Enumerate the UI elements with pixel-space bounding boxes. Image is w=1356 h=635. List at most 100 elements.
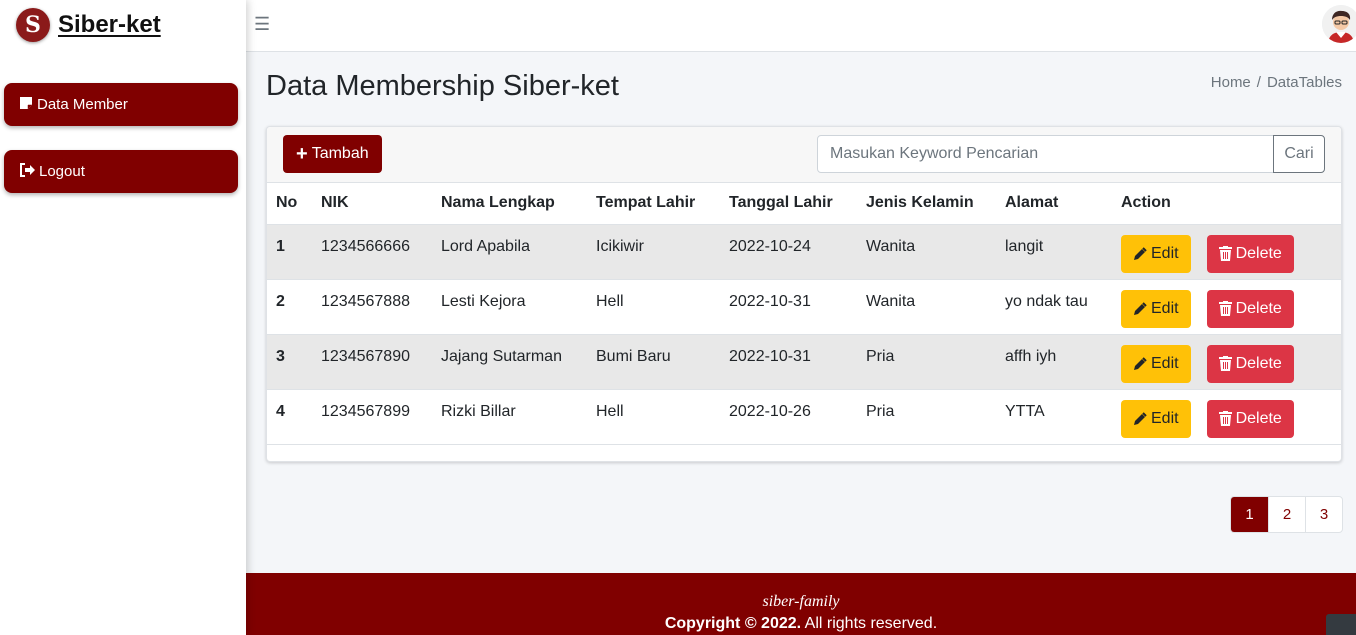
footer-brand: siber-family — [762, 593, 840, 610]
cell-no: 2 — [267, 279, 312, 335]
cell-tanggal-lahir: 2022-10-24 — [720, 224, 857, 280]
cell-no: 3 — [267, 334, 312, 390]
page-link-1[interactable]: 1 — [1231, 497, 1268, 532]
column-header-tempat-lahir: Tempat Lahir — [587, 183, 720, 225]
copyright-bold: Copyright © 2022. — [664, 615, 802, 632]
trash-icon — [1218, 246, 1232, 261]
page-title: Data Membership Siber-ket — [266, 70, 619, 102]
sidebar: S Siber-ket Data Member Logout — [0, 0, 246, 635]
delete-button[interactable]: Delete — [1206, 344, 1294, 383]
add-button-label: Tambah — [311, 145, 369, 162]
hamburger-menu-icon[interactable]: ☰ — [254, 14, 270, 35]
cell-nik: 1234567888 — [312, 279, 432, 335]
topbar: ☰ — [246, 0, 1356, 52]
breadcrumb-current: DataTables — [1266, 74, 1342, 91]
cell-action: Edit Delete — [1112, 224, 1341, 280]
edit-button-label: Edit — [1151, 300, 1179, 317]
trash-icon — [1218, 356, 1232, 371]
cell-nama: Jajang Sutarman — [432, 334, 587, 390]
edit-button[interactable]: Edit — [1121, 345, 1191, 383]
cell-jenis-kelamin: Wanita — [857, 279, 996, 335]
column-header-alamat: Alamat — [996, 183, 1112, 225]
sidebar-item-label: Data Member — [37, 96, 128, 113]
delete-button-label: Delete — [1235, 409, 1282, 427]
plus-icon: + — [296, 143, 308, 165]
table-row: 2 1234567888 Lesti Kejora Hell 2022-10-3… — [267, 279, 1341, 335]
column-header-no: No — [267, 183, 312, 225]
cell-alamat: YTTA — [996, 389, 1112, 445]
cell-alamat: langit — [996, 224, 1112, 280]
edit-button[interactable]: Edit — [1121, 400, 1191, 438]
footer-copyright: Copyright © 2022. All rights reserved. — [246, 615, 1356, 633]
breadcrumb-separator: / — [1256, 74, 1261, 91]
delete-button-label: Delete — [1235, 354, 1282, 372]
breadcrumb: Home / DataTables — [1211, 74, 1342, 91]
edit-button-label: Edit — [1151, 245, 1179, 262]
search-button[interactable]: Cari — [1273, 135, 1325, 173]
table-row: 4 1234567899 Rizki Billar Hell 2022-10-2… — [267, 389, 1341, 445]
cell-tempat-lahir: Bumi Baru — [587, 334, 720, 390]
pencil-icon — [1134, 247, 1147, 260]
sidebar-item-logout[interactable]: Logout — [4, 150, 238, 193]
edit-button-label: Edit — [1151, 355, 1179, 372]
column-header-nama: Nama Lengkap — [432, 183, 587, 225]
pagination: 1 2 3 — [1230, 496, 1343, 533]
cell-tempat-lahir: Icikiwir — [587, 224, 720, 280]
cell-jenis-kelamin: Wanita — [857, 224, 996, 280]
pencil-icon — [1134, 412, 1147, 425]
pencil-icon — [1134, 302, 1147, 315]
card-toolbar: + Tambah Cari — [267, 127, 1341, 183]
brand-name[interactable]: Siber-ket — [58, 11, 161, 39]
brand-logo: S — [16, 8, 50, 42]
delete-button[interactable]: Delete — [1206, 234, 1294, 273]
cell-jenis-kelamin: Pria — [857, 389, 996, 445]
cell-action: Edit Delete — [1112, 279, 1341, 335]
delete-button[interactable]: Delete — [1206, 289, 1294, 328]
pencil-icon — [1134, 357, 1147, 370]
note-icon — [19, 96, 33, 113]
cell-alamat: yo ndak tau — [996, 279, 1112, 335]
copyright-rest: All rights reserved. — [801, 615, 938, 632]
column-header-action: Action — [1112, 183, 1341, 225]
add-button[interactable]: + Tambah — [283, 135, 382, 173]
brand[interactable]: S Siber-ket — [0, 0, 246, 50]
scroll-to-top-button[interactable] — [1326, 614, 1356, 635]
cell-nik: 1234567899 — [312, 389, 432, 445]
cell-tanggal-lahir: 2022-10-31 — [720, 279, 857, 335]
table-row: 1 1234566666 Lord Apabila Icikiwir 2022-… — [267, 224, 1341, 280]
delete-button[interactable]: Delete — [1206, 399, 1294, 438]
column-header-tanggal-lahir: Tanggal Lahir — [720, 183, 857, 225]
cell-nik: 1234566666 — [312, 224, 432, 280]
data-card: + Tambah Cari No NIK Nama Lengkap Tempat… — [266, 126, 1342, 462]
sidebar-item-data-member[interactable]: Data Member — [4, 83, 238, 126]
column-header-nik: NIK — [312, 183, 432, 225]
trash-icon — [1218, 411, 1232, 426]
page-link-2[interactable]: 2 — [1268, 497, 1305, 532]
page-link-3[interactable]: 3 — [1305, 497, 1342, 532]
trash-icon — [1218, 301, 1232, 316]
cell-alamat: affh iyh — [996, 334, 1112, 390]
logout-icon — [19, 163, 35, 180]
cell-jenis-kelamin: Pria — [857, 334, 996, 390]
delete-button-label: Delete — [1235, 244, 1282, 262]
cell-nama: Rizki Billar — [432, 389, 587, 445]
delete-button-label: Delete — [1235, 299, 1282, 317]
member-table: No NIK Nama Lengkap Tempat Lahir Tanggal… — [267, 183, 1341, 445]
edit-button[interactable]: Edit — [1121, 290, 1191, 328]
cell-tempat-lahir: Hell — [587, 389, 720, 445]
cell-tanggal-lahir: 2022-10-31 — [720, 334, 857, 390]
cell-no: 1 — [267, 224, 312, 280]
cell-tempat-lahir: Hell — [587, 279, 720, 335]
column-header-jenis-kelamin: Jenis Kelamin — [857, 183, 996, 225]
cell-nama: Lesti Kejora — [432, 279, 587, 335]
edit-button-label: Edit — [1151, 410, 1179, 427]
cell-action: Edit Delete — [1112, 334, 1341, 390]
cell-no: 4 — [267, 389, 312, 445]
table-header-row: No NIK Nama Lengkap Tempat Lahir Tanggal… — [267, 183, 1341, 225]
breadcrumb-home[interactable]: Home — [1211, 74, 1251, 91]
cell-nik: 1234567890 — [312, 334, 432, 390]
sidebar-item-label: Logout — [39, 163, 85, 180]
edit-button[interactable]: Edit — [1121, 235, 1191, 273]
search-input[interactable] — [817, 135, 1274, 173]
avatar[interactable] — [1322, 5, 1356, 43]
